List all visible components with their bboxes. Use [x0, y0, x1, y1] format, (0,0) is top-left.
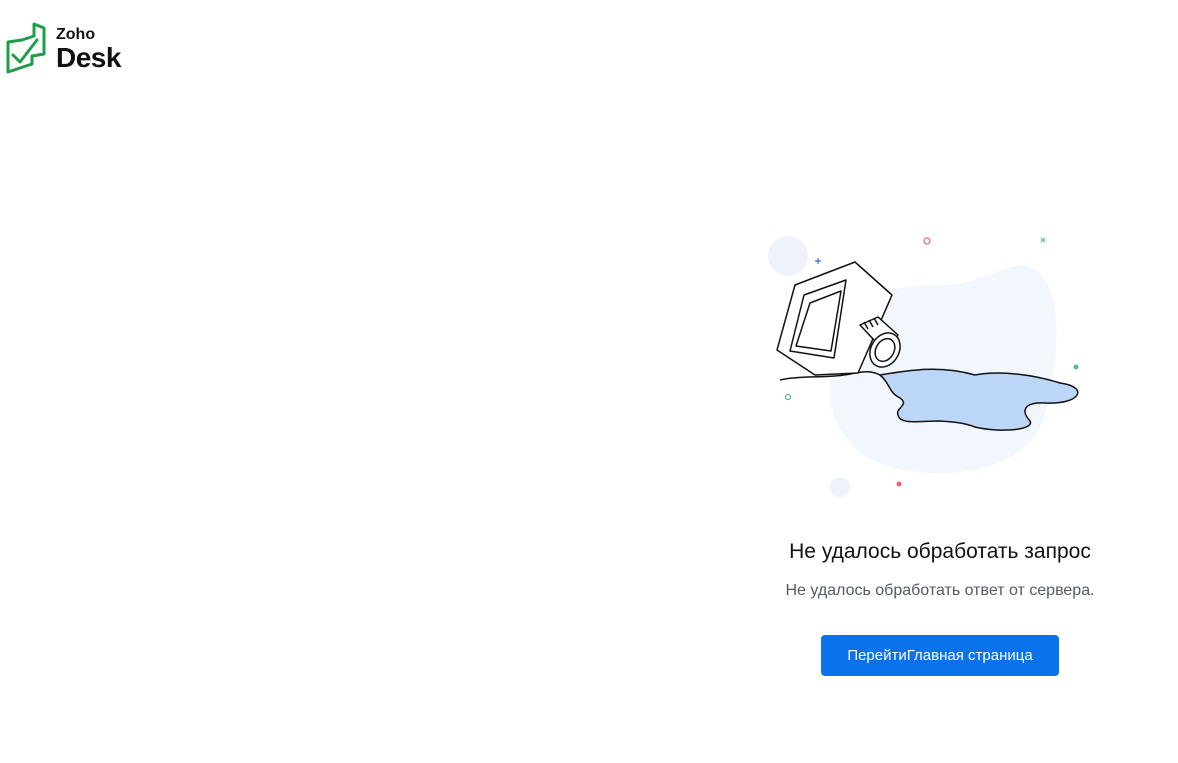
logo-text: Zoho Desk — [56, 25, 121, 72]
zoho-desk-logo-icon — [6, 22, 46, 74]
decor-plus — [815, 258, 821, 264]
decor-cross — [1040, 237, 1046, 243]
error-description: Не удалось обработать ответ от сервера. — [785, 582, 1095, 599]
decor-ring-pink — [923, 237, 931, 245]
decor-ring-green — [784, 393, 792, 401]
decor-dot-pink — [896, 481, 902, 487]
spilled-ink-bottle-illustration — [768, 236, 1079, 497]
zoho-desk-logo[interactable]: Zoho Desk — [4, 20, 121, 76]
error-title: Не удалось обработать запрос — [789, 540, 1091, 563]
logo-main: Desk — [56, 41, 121, 73]
logo-sub: Zoho — [56, 25, 96, 43]
decor-circle-small — [830, 477, 850, 497]
decor-circle-large — [768, 236, 808, 276]
error-page: Zoho Desk Не удалось обработать запрос Н… — [0, 0, 1178, 763]
go-home-button[interactable]: ПерейтиГлавная страница — [821, 635, 1059, 676]
decor-dot-green — [1073, 364, 1079, 370]
